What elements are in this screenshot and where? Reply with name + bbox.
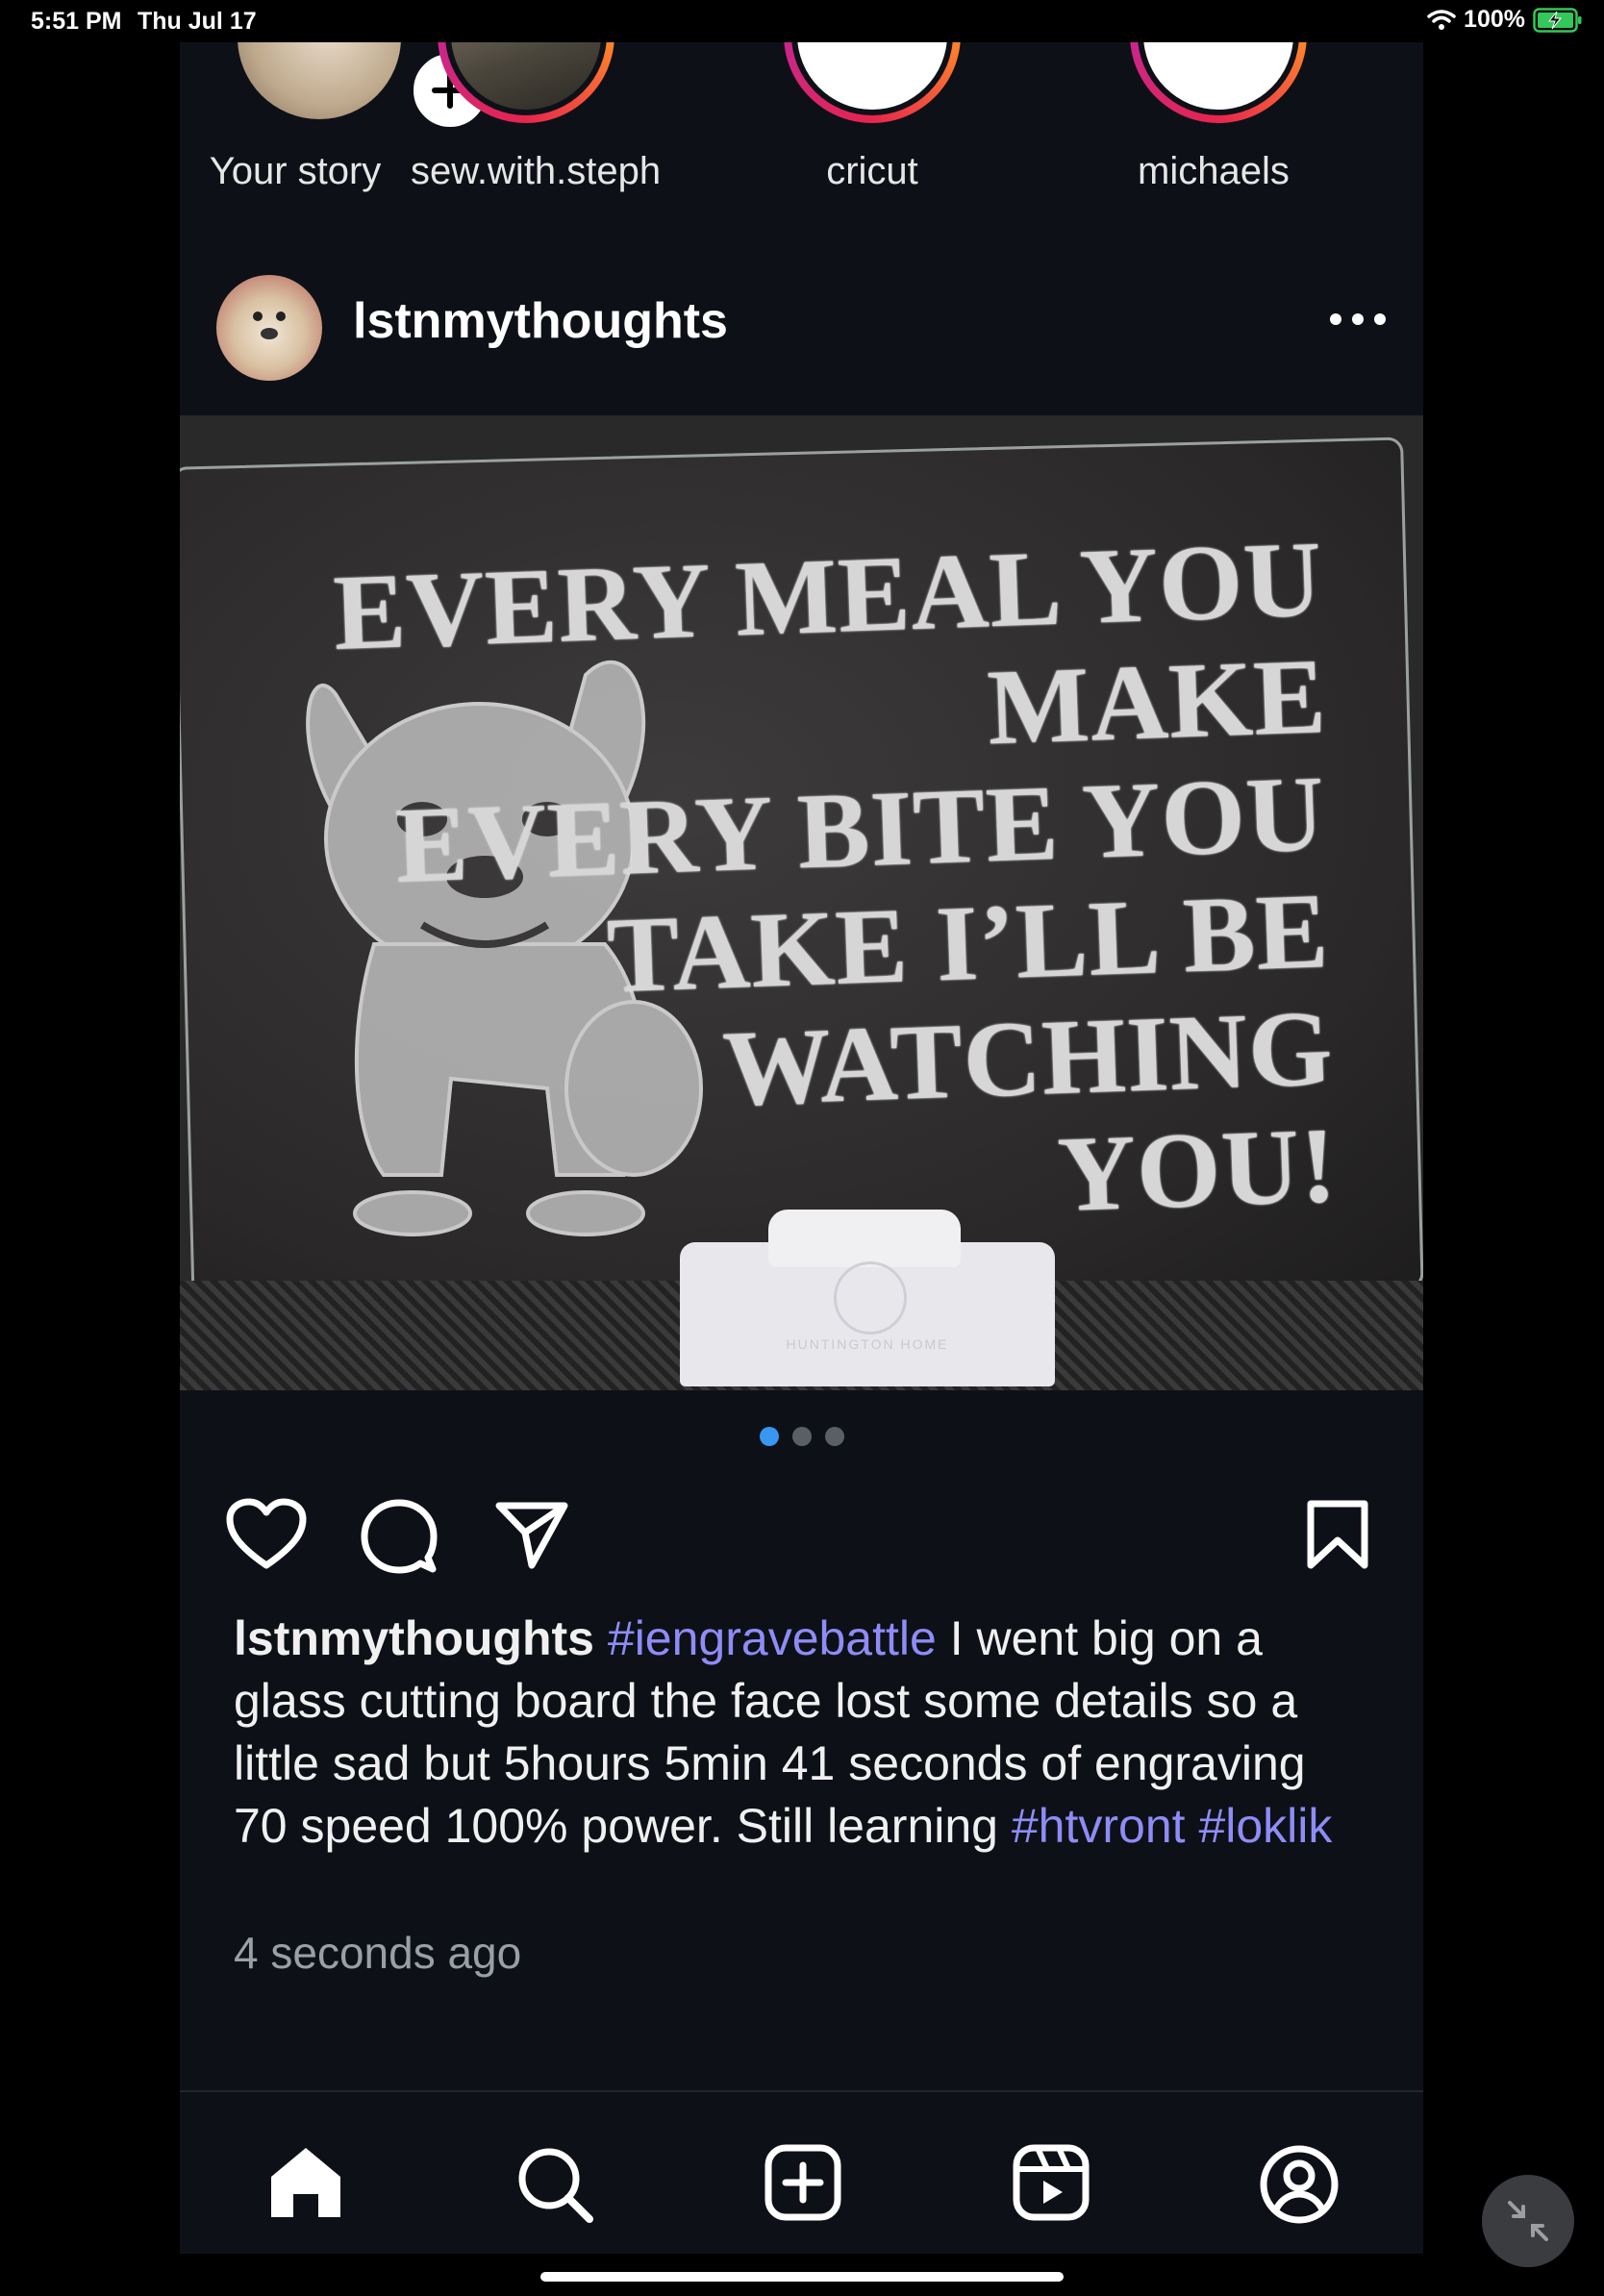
story-avatar (797, 42, 947, 110)
caption-username[interactable]: lstnmythoughts (234, 1611, 594, 1665)
reels-icon[interactable] (1013, 2144, 1090, 2221)
stand-brand-text: HUNTINGTON HOME (786, 1336, 949, 1352)
story-avatar (451, 42, 601, 110)
battery-charging-icon (1533, 7, 1582, 33)
create-icon[interactable] (764, 2144, 841, 2221)
post-timestamp: 4 seconds ago (234, 1928, 522, 1978)
carousel-indicator (180, 1427, 1423, 1450)
story-label: Your story (209, 150, 382, 192)
board-stand: HUNTINGTON HOME (680, 1210, 1055, 1386)
stand-logo-icon (834, 1261, 907, 1335)
save-bookmark-icon[interactable] (1305, 1498, 1370, 1571)
story-label: sew.with.steph (411, 150, 662, 192)
bottom-tab-bar (180, 2090, 1423, 2254)
status-date: Thu Jul 17 (138, 8, 257, 35)
hashtag-link[interactable]: #iengravebattle (608, 1611, 937, 1665)
story-label: cricut (826, 150, 918, 192)
carousel-dot (791, 1427, 812, 1446)
post-image[interactable]: EVERY MEAL YOU MAKE EVERY BITE YOU TAKE … (180, 415, 1423, 1390)
comment-icon[interactable] (361, 1498, 438, 1575)
instagram-app: Your story sew.with.steph cricut michael… (180, 42, 1423, 2254)
share-send-icon[interactable] (493, 1498, 570, 1571)
engraved-text: EVERY MEAL YOU MAKE EVERY BITE YOU TAKE … (180, 519, 1340, 1263)
story-avatar (1143, 42, 1293, 110)
wifi-icon (1427, 9, 1456, 30)
status-bar: 5:51 PM Thu Jul 17 100% (0, 0, 1604, 42)
post-actions (180, 1485, 1423, 1590)
your-story-avatar (238, 42, 401, 119)
collapse-arrows-icon (1508, 2201, 1548, 2241)
home-icon[interactable] (266, 2144, 345, 2221)
story-label: michaels (1138, 150, 1290, 192)
minimize-window-button[interactable] (1482, 2175, 1574, 2267)
story-your-story[interactable]: Your story (180, 42, 493, 215)
story-sew-with-steph[interactable]: sew.with.steph (411, 42, 662, 215)
carousel-dot (824, 1427, 844, 1446)
profile-icon[interactable] (1259, 2144, 1340, 2225)
post-author-avatar[interactable] (216, 275, 322, 381)
more-options-icon[interactable] (1324, 308, 1391, 331)
hashtag-link[interactable]: #loklik (1198, 1799, 1332, 1853)
status-right: 100% (1427, 6, 1583, 34)
engraved-line: EVERY MEAL YOU MAKE (331, 519, 1329, 768)
stories-tray[interactable]: Your story sew.with.steph cricut michael… (180, 42, 1423, 215)
story-michaels[interactable]: michaels (1103, 42, 1334, 215)
carousel-dot-active (759, 1427, 779, 1446)
search-icon[interactable] (514, 2144, 595, 2225)
status-time: 5:51 PM (31, 8, 122, 35)
battery-percent: 100% (1464, 6, 1525, 33)
post-author-username[interactable]: lstnmythoughts (353, 292, 728, 350)
home-indicator[interactable] (540, 2272, 1064, 2282)
story-cricut[interactable]: cricut (757, 42, 988, 215)
post-caption: lstnmythoughts #iengravebattle I went bi… (234, 1608, 1368, 1858)
hashtag-link[interactable]: #htvront (1012, 1799, 1186, 1853)
like-heart-icon[interactable] (226, 1498, 307, 1571)
